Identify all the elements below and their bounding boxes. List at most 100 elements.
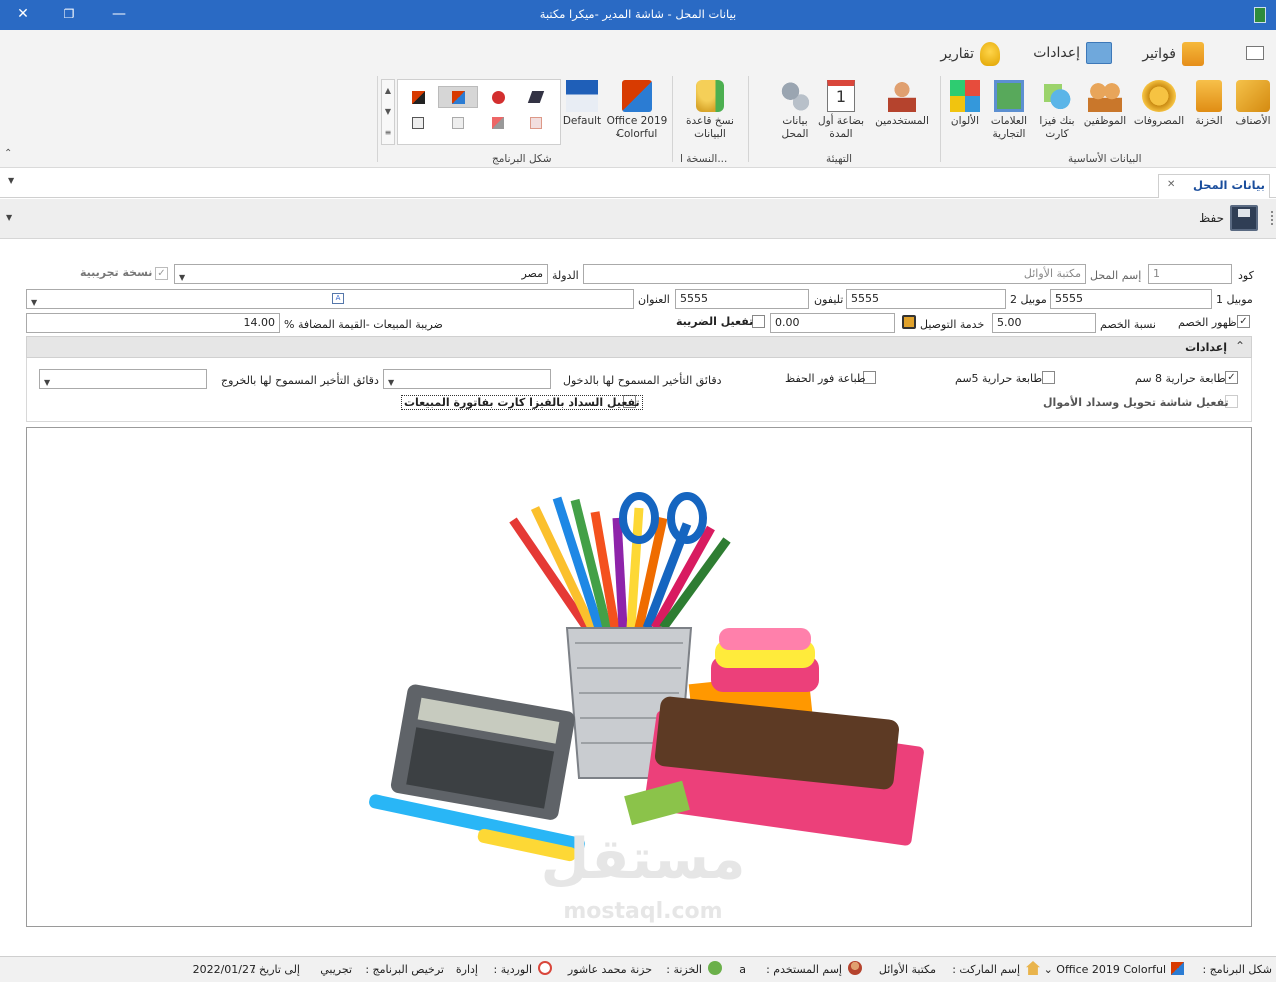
theme-swatch-selected[interactable] xyxy=(438,86,478,108)
address-label: العنوان xyxy=(638,293,670,306)
shop-name-label: إسم المحل xyxy=(1090,269,1142,282)
ribbon-employees-label: الموظفين xyxy=(1083,115,1127,127)
theme-default-button[interactable]: Default xyxy=(560,80,604,128)
chevron-down-icon: ▼ xyxy=(388,378,395,387)
shop-image-box[interactable]: مستقل mostaql.com xyxy=(26,427,1252,927)
status-shift-value: إدارة xyxy=(455,963,478,976)
app-menu-icon[interactable] xyxy=(1246,46,1264,60)
calculator xyxy=(390,684,575,820)
theme-swatch[interactable] xyxy=(438,112,478,134)
printer5-checkbox[interactable] xyxy=(1042,371,1055,384)
country-select[interactable]: مصر ▼ xyxy=(174,264,548,284)
shop-name-field[interactable]: مكتبة الأوائل xyxy=(583,264,1086,284)
tab-shop-data[interactable]: بيانات المحل ✕ xyxy=(1158,174,1270,198)
mobile2-field[interactable]: 5555 xyxy=(846,289,1006,309)
gallery-expand-icon[interactable]: ≡ xyxy=(382,122,394,143)
save-button[interactable]: حفظ xyxy=(1199,205,1258,231)
settings-panel: ✓ طابعة حرارية 8 سم طابعة حرارية 5سم طبا… xyxy=(26,358,1252,422)
tab-list-dropdown-icon[interactable]: ▼ xyxy=(8,176,14,185)
printer8-label: طابعة حرارية 8 سم xyxy=(1135,372,1226,385)
toolbar-grip-icon xyxy=(1271,211,1274,225)
status-market-value: مكتبة الأوائل xyxy=(878,963,936,976)
status-until-value: 2022/01/27 xyxy=(192,963,256,976)
show-discount-checkbox[interactable]: ✓ xyxy=(1237,315,1250,328)
collapse-icon[interactable]: ⌃ xyxy=(1235,339,1245,353)
discount-rate-field[interactable]: 5.00 xyxy=(992,313,1096,333)
vat-field[interactable]: 14.00 xyxy=(26,313,280,333)
printer8-checkbox[interactable]: ✓ xyxy=(1225,371,1238,384)
window-title: بيانات المحل - شاشة المدير -ميكرا مكتبة xyxy=(539,7,737,21)
tab-invoices[interactable]: فواتير xyxy=(1142,42,1204,66)
status-shift-label: الوردية : xyxy=(493,963,532,976)
ribbon-visa-bank-button[interactable]: بنك فيزا كارت xyxy=(1030,80,1084,141)
ribbon-shop-data-button[interactable]: بيانات المحل xyxy=(768,80,822,141)
home-icon xyxy=(1026,961,1040,975)
login-delay-label: دقائق التأخير المسموح لها بالدخول xyxy=(563,374,722,387)
users-icon xyxy=(888,80,916,112)
theme-gallery xyxy=(397,79,561,145)
delivery-label: خدمة التوصيل xyxy=(920,318,985,331)
tab-invoices-label: فواتير xyxy=(1142,46,1176,62)
phone-field[interactable]: 5555 xyxy=(675,289,809,309)
ribbon-visa-bank-label: بنك فيزا كارت xyxy=(1039,115,1075,140)
code-field[interactable]: 1 xyxy=(1148,264,1232,284)
collapse-ribbon-icon[interactable]: ⌃ xyxy=(4,148,12,159)
scroll-up-icon[interactable]: ▲ xyxy=(382,80,394,101)
scroll-down-icon[interactable]: ▼ xyxy=(382,101,394,122)
exit-delay-select[interactable]: ▼ xyxy=(39,369,207,389)
ribbon-colors-button[interactable]: الألوان xyxy=(938,80,992,128)
ribbon-users-button[interactable]: المستخدمين xyxy=(870,80,934,128)
mobile2-label: موبيل 2 xyxy=(1010,293,1047,306)
theme-swatch[interactable] xyxy=(398,86,438,108)
ribbon-users-label: المستخدمين xyxy=(875,115,929,127)
chevron-down-icon: ▼ xyxy=(179,273,186,282)
ribbon-safe-button[interactable]: الخزنة xyxy=(1182,80,1236,128)
ribbon-expenses-label: المصروفات xyxy=(1133,115,1185,127)
stationery-image: مستقل mostaql.com xyxy=(369,492,924,924)
login-delay-select[interactable]: ▼ xyxy=(383,369,551,389)
title-bar: ✕ ❐ — بيانات المحل - شاشة المدير -ميكرا … xyxy=(0,0,1276,30)
group-backup-label: النسخة ا... xyxy=(680,153,728,165)
theme-swatch[interactable] xyxy=(516,86,556,108)
save-label: حفظ xyxy=(1199,211,1224,225)
coins-icon xyxy=(1142,80,1176,112)
ribbon-opening-stock-button[interactable]: 1 بضاعة أول المدة xyxy=(814,80,868,141)
tax-enable-checkbox[interactable] xyxy=(752,315,765,328)
tab-settings[interactable]: إعدادات xyxy=(1033,42,1112,64)
database-icon xyxy=(696,80,724,112)
close-tab-icon[interactable]: ✕ xyxy=(1167,175,1175,195)
status-theme-text: Office 2019 Colorful xyxy=(1056,963,1166,976)
delivery-field[interactable]: 0.00 xyxy=(770,313,895,333)
trial-checkbox[interactable]: ✓ xyxy=(155,267,168,280)
app-icon xyxy=(1254,7,1266,23)
theme-swatch[interactable] xyxy=(478,86,518,108)
invoices-icon xyxy=(1182,42,1204,66)
theme-swatch[interactable] xyxy=(478,112,518,134)
delivery-icon xyxy=(902,315,916,329)
settings-icon xyxy=(1086,42,1112,64)
theme-swatch[interactable] xyxy=(398,112,438,134)
toolbar-menu-icon[interactable]: ▼ xyxy=(6,213,12,222)
ribbon-employees-button[interactable]: الموظفين xyxy=(1078,80,1132,128)
status-bar: شكل البرنامج : Office 2019 Colorful ⌄ إس… xyxy=(0,956,1276,982)
printer5-label: طابعة حرارية 5سم xyxy=(955,372,1043,385)
watermark-latin: mostaql.com xyxy=(563,899,722,924)
status-market-label: إسم الماركت : xyxy=(952,963,1020,976)
ribbon-backup-button[interactable]: نسخ قاعدة البيانات xyxy=(680,80,740,141)
tab-reports[interactable]: تقارير xyxy=(940,42,1000,66)
mobile1-field[interactable]: 5555 xyxy=(1050,289,1212,309)
theme-office-colorful-button[interactable]: Office 2019 Colorful ⌄ xyxy=(604,80,670,141)
exit-delay-label: دقائق التأخير المسموح لها بالخروج xyxy=(221,374,379,387)
address-field[interactable]: ▼ A xyxy=(26,289,634,309)
theme-swatch[interactable] xyxy=(516,112,556,134)
document-tab-bar: ▼ بيانات المحل ✕ xyxy=(0,168,1276,198)
gallery-scrollbar[interactable]: ▲ ▼ ≡ xyxy=(381,79,395,145)
ribbon-items-label: الأصناف xyxy=(1235,115,1271,127)
show-discount-label: ظهور الخصم xyxy=(1178,316,1237,329)
status-theme-value[interactable]: Office 2019 Colorful ⌄ xyxy=(1044,963,1166,976)
ribbon-expenses-button[interactable]: المصروفات xyxy=(1132,80,1186,128)
safe-icon xyxy=(1196,80,1222,112)
settings-panel-header[interactable]: ⌃ إعدادات xyxy=(26,336,1252,358)
transfer-screen-label: تفعيل شاشة تحويل وسداد الأموال xyxy=(1043,396,1229,409)
theme-default-label: Default xyxy=(562,115,602,127)
